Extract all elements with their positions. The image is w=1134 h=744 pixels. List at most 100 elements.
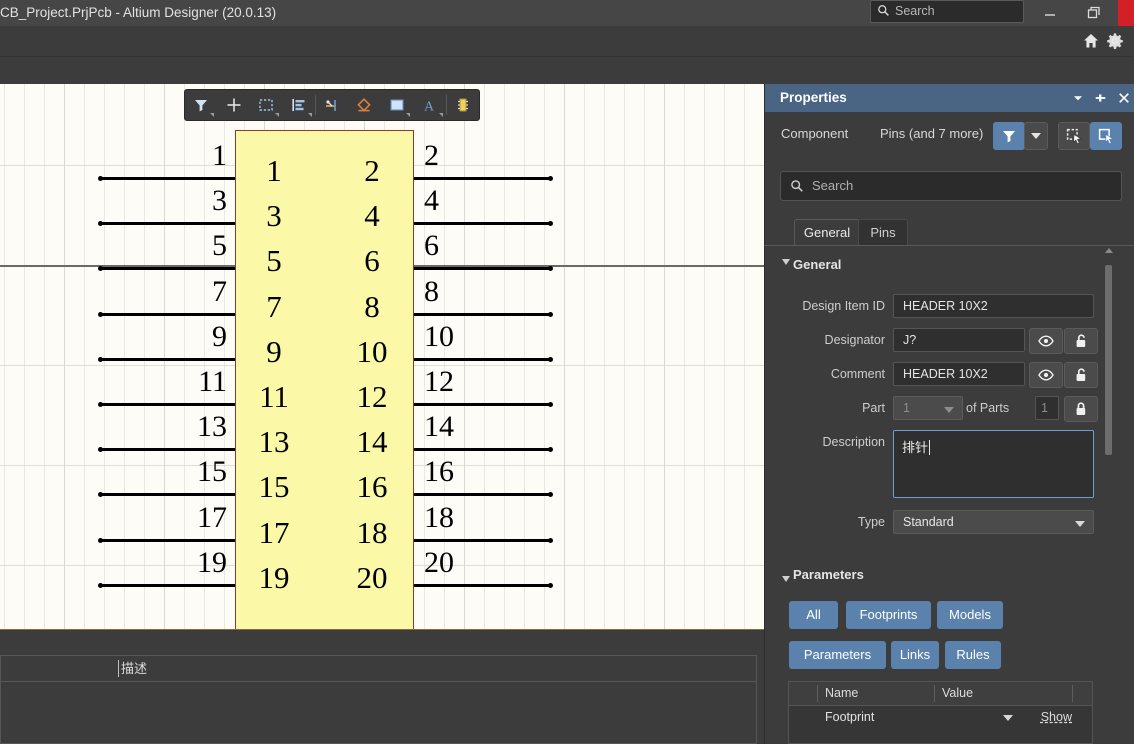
pin-number-left: 13 <box>197 410 227 443</box>
global-search-box[interactable]: Search <box>870 0 1024 23</box>
scroll-up-arrow-icon[interactable] <box>1105 248 1113 253</box>
pin-wire-left[interactable] <box>100 493 235 496</box>
pin-wire-right[interactable] <box>414 313 551 316</box>
select-scope-button[interactable] <box>1090 122 1122 150</box>
search-icon <box>878 5 889 16</box>
designator-input[interactable]: J? <box>893 328 1025 352</box>
scrollbar-thumb[interactable] <box>1105 265 1112 455</box>
restore-button[interactable] <box>1076 0 1112 26</box>
parameters-table-header: Name Value <box>789 682 1092 706</box>
panel-menu-button[interactable] <box>1067 84 1089 112</box>
panel-pin-button[interactable] <box>1090 84 1112 112</box>
pin-wire-left[interactable] <box>100 403 235 406</box>
pin-name-right: 6 <box>364 243 380 278</box>
schematic-canvas[interactable]: 1 2 1 2 3 4 3 4 5 6 5 6 7 8 7 8 9 10 9 10 11 12 11 12 13 14 13 14 15… <box>0 84 764 629</box>
home-icon[interactable] <box>1082 32 1100 50</box>
close-button[interactable] <box>1118 0 1134 26</box>
comment-visibility-button[interactable] <box>1029 362 1063 388</box>
pin-name-left: 11 <box>259 379 289 414</box>
pin-wire-right[interactable] <box>414 358 551 361</box>
toolbar-area-select-button[interactable] <box>250 91 282 119</box>
filter-toggle-button[interactable] <box>993 122 1025 150</box>
toolbar-component-button[interactable] <box>447 91 479 119</box>
column-divider <box>1072 685 1073 702</box>
design-item-id-input[interactable]: HEADER 10X2 <box>893 294 1094 318</box>
chevron-down-icon <box>1031 133 1041 139</box>
text-cursor <box>118 660 119 677</box>
properties-object-bar: Component Pins (and 7 more) <box>765 112 1134 156</box>
toolbar-place-part-button[interactable] <box>217 91 249 119</box>
pin-wire-right[interactable] <box>414 493 551 496</box>
pin-wire-left[interactable] <box>100 267 235 270</box>
tab-strip-underline <box>764 245 1134 246</box>
pin-wire-right[interactable] <box>414 403 551 406</box>
title-bar: CB_Project.PrjPcb - Altium Designer (20.… <box>0 0 1134 26</box>
panel-close-button[interactable] <box>1113 84 1134 112</box>
pin-wire-left[interactable] <box>100 222 235 225</box>
pin-wire-right[interactable] <box>414 177 551 180</box>
type-select[interactable]: Standard <box>893 510 1094 534</box>
part-select[interactable]: 1 <box>893 396 963 420</box>
toolbar-place-pin-button[interactable] <box>316 91 348 119</box>
minimize-button[interactable] <box>1032 0 1068 26</box>
pin-wire-left[interactable] <box>100 539 235 542</box>
restore-icon <box>1087 6 1100 19</box>
select-similar-button[interactable] <box>1058 122 1090 150</box>
pin-name-right: 4 <box>364 198 380 233</box>
designator-lock-button[interactable] <box>1064 328 1098 354</box>
filter-dropdown-button[interactable] <box>1024 122 1048 150</box>
pin-wire-right[interactable] <box>414 448 551 451</box>
close-icon <box>1119 93 1129 103</box>
tab-general[interactable]: General <box>794 219 860 246</box>
chevron-down-icon[interactable] <box>1003 715 1013 721</box>
column-divider <box>817 685 818 702</box>
properties-search-input[interactable]: Search <box>780 171 1122 201</box>
tab-pins[interactable]: Pins <box>858 219 908 246</box>
collapse-triangle-icon[interactable] <box>782 259 790 265</box>
param-filter-footprints[interactable]: Footprints <box>846 601 931 629</box>
param-filter-parameters[interactable]: Parameters <box>789 641 886 669</box>
section-header-parameters: Parameters <box>793 567 864 582</box>
pin-endpoint-dot <box>98 312 103 317</box>
pin-wire-right[interactable] <box>414 584 551 587</box>
description-textarea[interactable]: 排针 <box>893 430 1094 498</box>
bottom-description-header[interactable]: 描述 <box>121 656 147 681</box>
param-filter-rules[interactable]: Rules <box>945 641 1001 669</box>
pin-wire-left[interactable] <box>100 313 235 316</box>
param-filter-links[interactable]: Links <box>891 641 939 669</box>
pin-wire-left[interactable] <box>100 358 235 361</box>
pin-wire-right[interactable] <box>414 222 551 225</box>
bottom-panel-grid[interactable]: 描述 <box>0 655 757 744</box>
gear-icon[interactable] <box>1106 32 1124 50</box>
of-parts-input: 1 <box>1035 396 1059 420</box>
toolbar-filter-button[interactable] <box>185 91 217 119</box>
pin-wire-right[interactable] <box>414 539 551 542</box>
select-all-cursor-icon <box>1066 128 1082 144</box>
properties-tab-strip: General Pins <box>780 219 1120 246</box>
search-icon <box>791 180 803 192</box>
pin-wire-left[interactable] <box>100 584 235 587</box>
table-row[interactable]: Footprint Show <box>789 705 1092 729</box>
selection-box-icon <box>259 99 273 111</box>
comment-input[interactable]: HEADER 10X2 <box>893 362 1025 386</box>
toolbar-rectangle-button[interactable] <box>381 91 413 119</box>
pin-wire-left[interactable] <box>100 177 235 180</box>
align-icon <box>291 99 305 111</box>
part-lock-button[interactable] <box>1064 396 1098 422</box>
parameter-show-link[interactable]: Show <box>1041 705 1072 729</box>
canvas-floating-toolbar[interactable]: A <box>184 89 480 121</box>
comment-lock-button[interactable] <box>1064 362 1098 388</box>
parameters-table[interactable]: Name Value Footprint Show <box>788 681 1093 744</box>
pin-wire-right[interactable] <box>414 267 551 270</box>
pin-number-right: 18 <box>424 501 454 534</box>
toolbar-align-button[interactable] <box>282 91 314 119</box>
param-filter-all[interactable]: All <box>789 601 838 629</box>
toolbar-text-button[interactable]: A <box>413 91 445 119</box>
param-filter-models[interactable]: Models <box>937 601 1003 629</box>
collapse-triangle-icon[interactable] <box>782 576 790 582</box>
bottom-panel-header-row: 描述 <box>1 656 756 682</box>
toolbar-delete-button[interactable] <box>348 91 380 119</box>
pin-wire-left[interactable] <box>100 448 235 451</box>
designator-visibility-button[interactable] <box>1029 328 1063 354</box>
properties-scrollbar[interactable] <box>1104 255 1113 665</box>
